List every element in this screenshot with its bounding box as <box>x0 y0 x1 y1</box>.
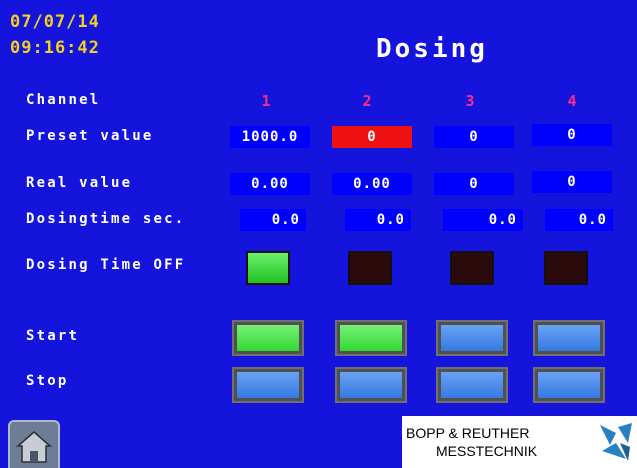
dosing-time-field-1: 0.0 <box>240 209 306 231</box>
dosing-time-label: Dosingtime sec. <box>26 211 186 227</box>
dosing-time-off-toggle-1[interactable] <box>246 251 290 285</box>
start-button-4[interactable] <box>533 320 605 356</box>
bopp-reuther-logo-icon <box>600 423 632 461</box>
start-button-3[interactable] <box>436 320 508 356</box>
time-display: 09:16:42 <box>10 38 100 58</box>
real-value-field-4: 0 <box>532 171 612 193</box>
channel-number-4: 4 <box>567 92 577 110</box>
dosing-time-off-toggle-4[interactable] <box>544 251 588 285</box>
logo-line-1: BOPP & REUTHER <box>406 425 530 441</box>
real-value-field-3: 0 <box>434 173 514 195</box>
stop-button-2[interactable] <box>335 367 407 403</box>
dosing-time-off-label: Dosing Time OFF <box>26 257 186 273</box>
start-label: Start <box>26 328 80 344</box>
channel-number-3: 3 <box>465 92 475 110</box>
page-title: Dosing <box>376 34 488 64</box>
dosing-time-field-2: 0.0 <box>345 209 411 231</box>
preset-value-field-1[interactable]: 1000.0 <box>230 126 310 148</box>
preset-value-label: Preset value <box>26 128 154 144</box>
stop-button-3[interactable] <box>436 367 508 403</box>
channel-number-2: 2 <box>362 92 372 110</box>
real-value-field-2: 0.00 <box>332 173 412 195</box>
home-icon <box>16 431 52 463</box>
company-logo: BOPP & REUTHER MESSTECHNIK <box>402 416 637 468</box>
logo-line-2: MESSTECHNIK <box>436 443 538 459</box>
preset-value-field-4[interactable]: 0 <box>532 124 612 146</box>
dosing-time-field-3: 0.0 <box>443 209 523 231</box>
dosing-time-off-toggle-3[interactable] <box>450 251 494 285</box>
dosing-time-off-toggle-2[interactable] <box>348 251 392 285</box>
preset-value-field-2[interactable]: 0 <box>332 126 412 148</box>
real-value-field-1: 0.00 <box>230 173 310 195</box>
stop-button-1[interactable] <box>232 367 304 403</box>
home-button[interactable] <box>8 420 60 468</box>
stop-button-4[interactable] <box>533 367 605 403</box>
real-value-label: Real value <box>26 175 133 191</box>
channel-label: Channel <box>26 92 101 108</box>
stop-label: Stop <box>26 373 69 389</box>
start-button-2[interactable] <box>335 320 407 356</box>
channel-number-1: 1 <box>261 92 271 110</box>
start-button-1[interactable] <box>232 320 304 356</box>
dosing-time-field-4: 0.0 <box>545 209 613 231</box>
date-display: 07/07/14 <box>10 12 100 32</box>
preset-value-field-3[interactable]: 0 <box>434 126 514 148</box>
